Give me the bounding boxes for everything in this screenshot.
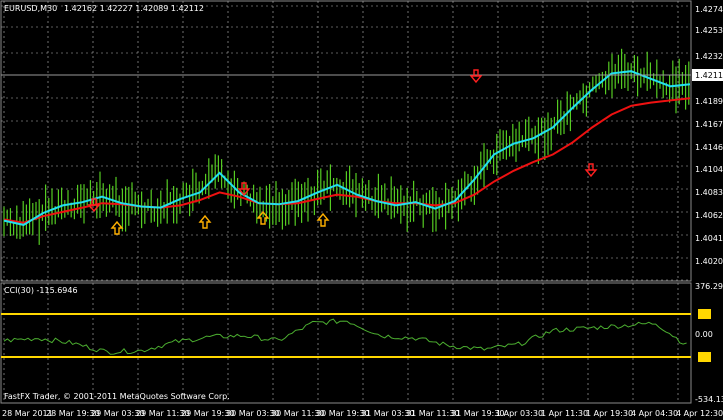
price-axis-label: 1.40410 (695, 234, 723, 243)
time-axis-label: 1 Apr 19:30 (586, 409, 633, 418)
time-axis: 28 Mar 201128 Mar 19:3029 Mar 03:3029 Ma… (2, 409, 723, 418)
cci-axis-label: -534.13 (695, 395, 723, 404)
cci-pane-border (0, 282, 692, 404)
ohlc-values: 1.42162 1.42227 1.42089 1.42112 (64, 4, 204, 13)
price-candles (3, 48, 690, 245)
cci-axis-label: 0.00 (695, 330, 713, 339)
cci-level-minus150-tag (698, 352, 711, 362)
price-axis-label: 1.40625 (695, 211, 723, 220)
down-arrow-icon (469, 69, 483, 84)
current-price-label: 1.42112 (695, 71, 723, 80)
time-axis-label: 4 Apr 12:30 (676, 409, 723, 418)
time-axis-label: 4 Apr 04:30 (631, 409, 678, 418)
price-axis-label: 1.40200 (695, 257, 723, 266)
price-axis-label: 1.40835 (695, 188, 723, 197)
price-axis-label: 1.41675 (695, 120, 723, 129)
cci-indicator-line (3, 318, 687, 355)
price-axis-label: 1.41460 (695, 143, 723, 152)
price-axis-label: 1.41895 (695, 97, 723, 106)
price-axis-label: 1.42745 (695, 5, 723, 14)
price-axis-label: 1.41045 (695, 165, 723, 174)
cci-axis-label: 376.293 (695, 282, 723, 291)
cci-axis: 376.2931000.00-150-534.13 (695, 282, 723, 404)
signal-arrows (87, 69, 598, 235)
copyright-notice: FastFX Trader, © 2001-2011 MetaQuotes So… (4, 392, 230, 401)
chart-canvas[interactable]: EURUSD,M30 1.42162 1.42227 1.42089 1.421… (0, 0, 723, 420)
price-axis: 1.42745 1.42530 1.42320 1.41895 1.41675 1.414… (695, 5, 723, 266)
price-pane-border (0, 0, 692, 282)
time-axis-label: 1 Apr 11:30 (541, 409, 588, 418)
cci-header: CCI(30) -115.6946 (4, 286, 78, 295)
cci-level-100-tag (698, 309, 711, 319)
up-arrow-icon (316, 212, 330, 227)
cci-grid (3, 283, 679, 403)
time-axis-label: 1 Apr 03:30 (496, 409, 543, 418)
price-axis-label: 1.42320 (695, 52, 723, 61)
price-grid (1, 1, 691, 281)
price-axis-label: 1.42530 (695, 26, 723, 35)
up-arrow-icon (198, 214, 212, 229)
metatrader-chart-window[interactable]: EURUSD,M30 1.42162 1.42227 1.42089 1.421… (0, 0, 723, 420)
up-arrow-icon (110, 220, 124, 235)
symbol-timeframe: EURUSD,M30 (4, 4, 57, 13)
